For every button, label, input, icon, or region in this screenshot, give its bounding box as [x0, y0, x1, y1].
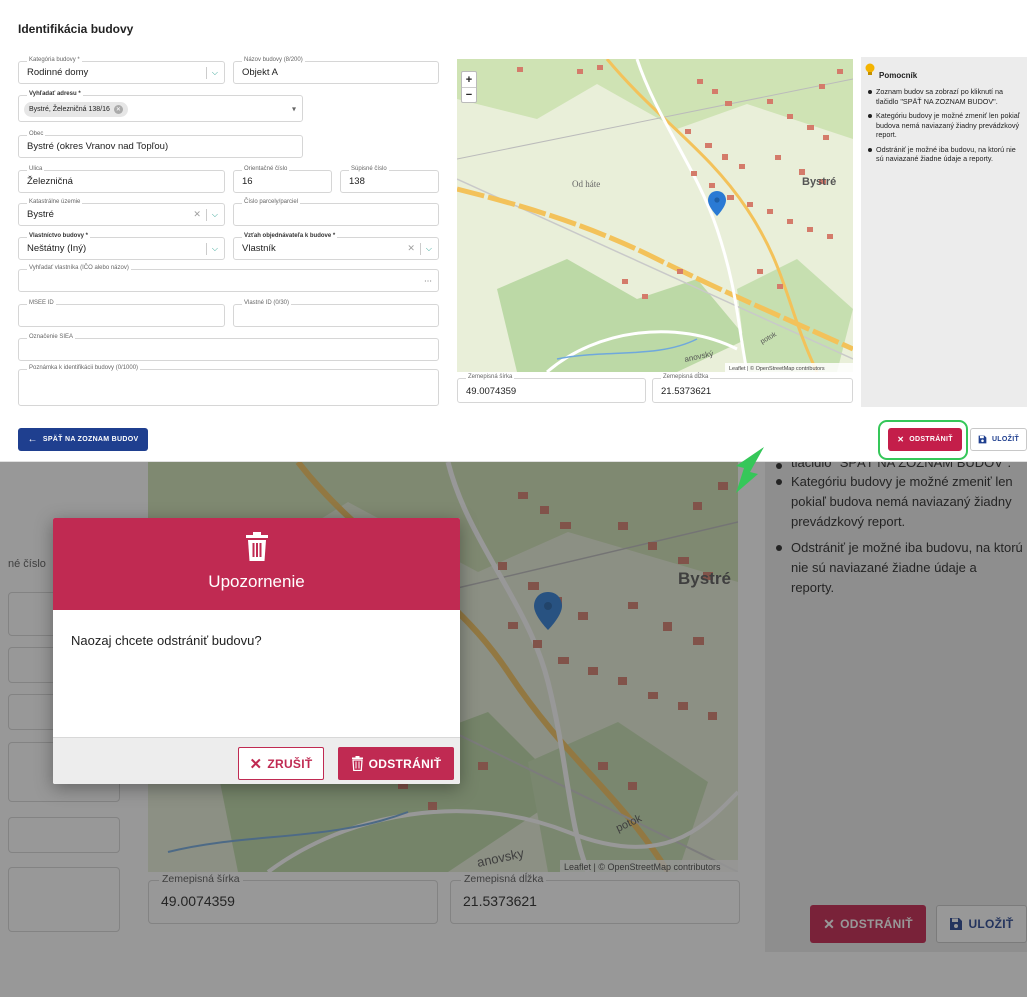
field-label: Vlastné ID (0/30): [242, 300, 292, 306]
field-label: Názov budovy (8/200): [242, 57, 305, 63]
chevron-down-icon[interactable]: ⌵: [426, 244, 432, 254]
close-icon: ✕: [249, 755, 263, 773]
pointer-arrow-icon: [736, 447, 764, 493]
chevron-down-icon[interactable]: ⌵: [212, 244, 218, 254]
page-title: Identifikácia budovy: [18, 22, 134, 36]
helper-item: Zoznam budov sa zobrazí po kliknutí na t…: [867, 87, 1022, 106]
field-label: Vyhľadať vlastníka (IČO alebo názov): [27, 265, 131, 271]
helper-title: Pomocník: [879, 71, 918, 80]
cancel-label: ZRUŠIŤ: [267, 756, 313, 771]
field-value: 138: [349, 176, 365, 187]
zoom-out-button[interactable]: −: [462, 88, 476, 103]
field-value: Železničná: [27, 176, 73, 187]
field-label: Orientačné číslo: [242, 166, 290, 172]
helper-item: Kategóriu budovy je možné zmeniť len pok…: [867, 111, 1022, 140]
field-label: Číslo parcely/parciel: [242, 199, 301, 205]
own-id-input[interactable]: Vlastné ID (0/30): [233, 300, 439, 327]
clear-icon[interactable]: ✕: [193, 209, 201, 220]
field-label: Označenie SIEA: [27, 334, 76, 340]
field-label: MSEE ID: [27, 300, 56, 306]
delete-label: ODSTRÁNIŤ: [909, 436, 953, 443]
field-label: Kategória budovy *: [27, 57, 82, 63]
clear-icon[interactable]: ✕: [407, 243, 415, 254]
longitude-field[interactable]: Zemepisná dĺžka 21.5373621: [652, 374, 853, 403]
delete-button[interactable]: ✕ ODSTRÁNIŤ: [888, 428, 962, 451]
field-value: Bystré (okres Vranov nad Topľou): [27, 141, 169, 152]
address-chip-label: Bystré, Železničná 138/16: [29, 106, 110, 113]
building-identification-panel: Identifikácia budovy Kategória budovy * …: [0, 0, 1027, 462]
chevron-down-icon[interactable]: ⌵: [212, 68, 218, 78]
field-value: Bystré: [27, 209, 54, 220]
field-value: 49.0074359: [466, 386, 517, 397]
address-search-input[interactable]: Vyhľadať adresu * Bystré, Železničná 138…: [18, 91, 303, 122]
street-field[interactable]: Ulica Železničná: [18, 166, 225, 193]
helper-item: Odstrániť je možné iba budovu, na ktorú …: [867, 145, 1022, 164]
orientation-number-field[interactable]: Orientačné číslo 16: [233, 166, 332, 193]
parcel-number-input[interactable]: Číslo parcely/parciel: [233, 199, 439, 226]
dialog-footer: ✕ ZRUŠIŤ ODSTRÁNIŤ: [53, 737, 460, 784]
dialog-message: Naozaj chcete odstrániť budovu?: [71, 633, 262, 648]
relation-select[interactable]: Vzťah objednávateľa k budove * Vlastník …: [233, 233, 439, 260]
field-label: Vyhľadať adresu *: [27, 91, 83, 97]
field-label: Katastrálne územie: [27, 199, 83, 205]
save-icon: [978, 435, 987, 444]
back-to-list-button[interactable]: ← SPÄŤ NA ZOZNAM BUDOV: [18, 428, 148, 451]
save-button[interactable]: ULOŽIŤ: [970, 428, 1027, 451]
helper-panel: Pomocník Zoznam budov sa zobrazí po klik…: [861, 57, 1027, 407]
note-textarea[interactable]: Poznámka k identifikácii budovy (0/1000): [18, 365, 439, 406]
address-chip[interactable]: Bystré, Železničná 138/16 ✕: [24, 102, 128, 117]
field-value: Neštátny (Iný): [27, 243, 87, 254]
caret-down-icon[interactable]: ▾: [292, 104, 296, 113]
save-label: ULOŽIŤ: [991, 436, 1020, 443]
close-icon: ✕: [897, 435, 905, 444]
confirm-delete-button[interactable]: ODSTRÁNIŤ: [338, 747, 454, 780]
ownership-select[interactable]: Vlastníctvo budovy * Neštátny (Iný) ⌵: [18, 233, 225, 260]
map-attribution: Leaflet | © OpenStreetMap contributors: [729, 365, 825, 372]
municipality-field[interactable]: Obec Bystré (okres Vranov nad Topľou): [18, 131, 303, 158]
building-name-input[interactable]: Názov budovy (8/200) Objekt A: [233, 57, 439, 84]
field-value: Vlastník: [242, 243, 276, 254]
map-label-town: Bystré: [802, 176, 836, 188]
zoom-in-button[interactable]: +: [462, 72, 476, 88]
map-label-od-hate: Od háte: [572, 179, 600, 189]
delete-confirmation-dialog: Upozornenie Naozaj chcete odstrániť budo…: [53, 518, 460, 784]
field-label: Ulica: [27, 166, 45, 172]
field-value: 21.5373621: [661, 386, 712, 397]
field-label: Vlastníctvo budovy *: [27, 233, 91, 239]
field-label: Poznámka k identifikácii budovy (0/1000): [27, 365, 141, 371]
field-value: Objekt A: [242, 67, 278, 78]
location-map[interactable]: Od háte Bystré potok anovský Leaflet | ©…: [457, 59, 853, 372]
chip-close-icon[interactable]: ✕: [113, 105, 123, 114]
map-zoom-control: + −: [461, 71, 477, 103]
dialog-title: Upozornenie: [208, 572, 305, 591]
cancel-button[interactable]: ✕ ZRUŠIŤ: [238, 747, 324, 780]
dialog-header: Upozornenie: [53, 518, 460, 610]
back-to-list-label: SPÄŤ NA ZOZNAM BUDOV: [42, 436, 139, 443]
chevron-down-icon[interactable]: ⌵: [212, 210, 218, 220]
field-label: Zemepisná dĺžka: [661, 374, 711, 380]
owner-search-input[interactable]: Vyhľadať vlastníka (IČO alebo názov) ⋯: [18, 265, 439, 292]
field-label: Zemepisná šírka: [466, 374, 515, 380]
cadastral-area-select[interactable]: Katastrálne územie Bystré ✕ ⌵: [18, 199, 225, 226]
lightbulb-icon: [865, 63, 875, 75]
field-label: Vzťah objednávateľa k budove *: [242, 233, 338, 239]
siea-input[interactable]: Označenie SIEA: [18, 334, 439, 361]
arrow-left-icon: ←: [27, 434, 38, 445]
confirm-delete-label: ODSTRÁNIŤ: [368, 756, 442, 771]
msee-id-input[interactable]: MSEE ID: [18, 300, 225, 327]
building-category-select[interactable]: Kategória budovy * Rodinné domy ⌵: [18, 57, 225, 84]
field-value: 16: [242, 176, 253, 187]
trash-icon: [246, 532, 268, 561]
register-number-field[interactable]: Súpisné číslo 138: [340, 166, 439, 193]
more-icon[interactable]: ⋯: [424, 276, 432, 285]
field-value: Rodinné domy: [27, 67, 89, 78]
latitude-field[interactable]: Zemepisná šírka 49.0074359: [457, 374, 646, 403]
field-label: Obec: [27, 131, 46, 137]
field-label: Súpisné číslo: [349, 166, 389, 172]
trash-icon: [351, 756, 363, 771]
